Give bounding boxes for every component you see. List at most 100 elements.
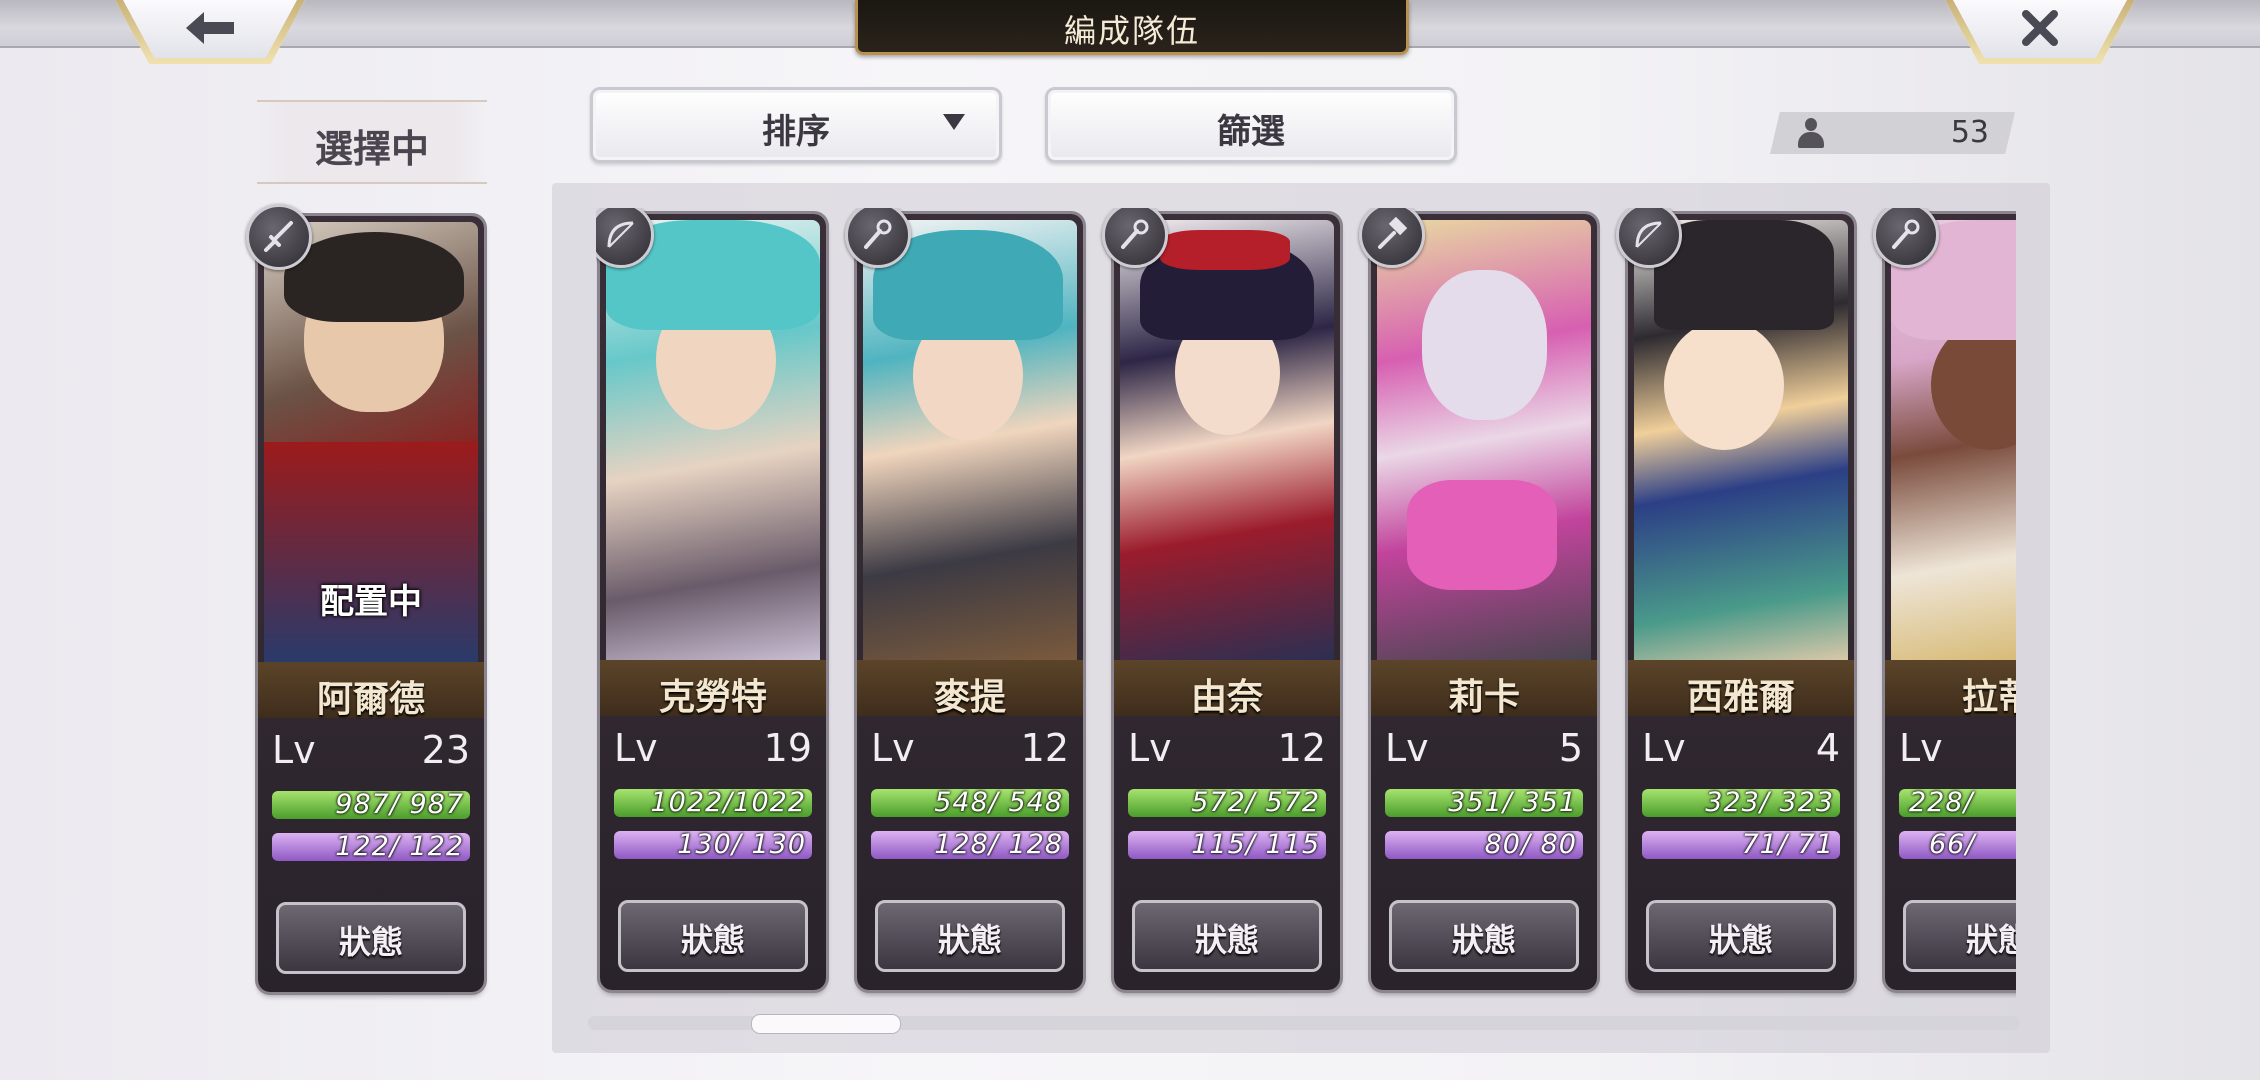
status-button[interactable]: 狀態 bbox=[618, 900, 808, 972]
unit-portrait: 配置中 bbox=[264, 222, 478, 662]
sp-bar: 66/ bbox=[1899, 831, 2016, 859]
unit-name-plate: 克勞特 bbox=[600, 660, 826, 718]
level-value: 12 bbox=[1020, 726, 1069, 770]
sp-value: 122/ 122 bbox=[335, 831, 464, 862]
sp-bar: 130/ 130 bbox=[614, 831, 812, 859]
hp-value: 572/ 572 bbox=[1191, 787, 1320, 818]
status-button[interactable]: 狀態 bbox=[276, 902, 466, 974]
level-label: Lv bbox=[1642, 726, 1686, 770]
hp-value: 548/ 548 bbox=[934, 787, 1063, 818]
page-title: 編成隊伍 bbox=[1063, 12, 1200, 50]
sp-bar: 80/ 80 bbox=[1385, 831, 1583, 859]
assigned-label: 配置中 bbox=[320, 582, 422, 622]
unit-name: 西雅爾 bbox=[1686, 676, 1795, 718]
hp-bar: 323/ 323 bbox=[1642, 789, 1840, 817]
status-label: 狀態 bbox=[1708, 921, 1773, 959]
sp-value: 71/ 71 bbox=[1741, 829, 1834, 860]
sort-label: 排序 bbox=[762, 112, 830, 152]
hp-value: 228/ bbox=[1909, 787, 1974, 818]
person-icon bbox=[1796, 118, 1826, 148]
unit-name: 拉蒂 bbox=[1961, 676, 2016, 718]
filter-label: 篩選 bbox=[1217, 112, 1285, 152]
unit-name: 麥提 bbox=[933, 676, 1006, 718]
level-value: 19 bbox=[763, 726, 812, 770]
sp-bar: 128/ 128 bbox=[871, 831, 1069, 859]
scrollbar-thumb[interactable] bbox=[751, 1014, 901, 1034]
unit-name: 莉卡 bbox=[1447, 676, 1520, 718]
unit-card[interactable]: 西雅爾 Lv 4 323/ 323 71/ 71 狀態 bbox=[1616, 208, 1854, 990]
level-label: Lv bbox=[1385, 726, 1429, 770]
hp-value: 323/ 323 bbox=[1705, 787, 1834, 818]
hp-value: 351/ 351 bbox=[1448, 787, 1577, 818]
status-button[interactable]: 狀態 bbox=[875, 900, 1065, 972]
sword-icon bbox=[246, 204, 312, 270]
hp-bar: 1022/1022 bbox=[614, 789, 812, 817]
unit-card[interactable]: 麥提 Lv 12 548/ 548 128/ 128 狀態 bbox=[845, 208, 1083, 990]
unit-name-plate: 由奈 bbox=[1114, 660, 1340, 718]
title-plate: 編成隊伍 bbox=[855, 0, 1409, 55]
filter-button[interactable]: 篩選 bbox=[1045, 87, 1457, 163]
chevron-down-icon bbox=[943, 114, 965, 130]
unit-portrait bbox=[606, 220, 820, 660]
unit-portrait bbox=[1891, 220, 2016, 660]
unit-portrait bbox=[1120, 220, 1334, 660]
unit-name: 克勞特 bbox=[658, 676, 767, 718]
roster-list[interactable]: 克勞特 Lv 19 1022/1022 130/ 130 狀態 麥提 Lv 12… bbox=[596, 208, 2016, 998]
unit-count-badge: 53 bbox=[1770, 112, 2015, 154]
unit-portrait bbox=[1377, 220, 1591, 660]
unit-name: 阿爾德 bbox=[316, 678, 425, 720]
unit-name-plate: 拉蒂 bbox=[1885, 660, 2016, 718]
unit-name: 由奈 bbox=[1190, 676, 1263, 718]
sp-bar: 115/ 115 bbox=[1128, 831, 1326, 859]
unit-portrait bbox=[863, 220, 1077, 660]
unit-count: 53 bbox=[1950, 115, 1989, 150]
sp-bar: 71/ 71 bbox=[1642, 831, 1840, 859]
level-label: Lv bbox=[1128, 726, 1172, 770]
selected-section-label: 選擇中 bbox=[257, 100, 487, 184]
status-button[interactable]: 狀態 bbox=[1903, 900, 2016, 972]
level-value: 23 bbox=[421, 728, 470, 772]
status-label: 狀態 bbox=[937, 921, 1002, 959]
status-label: 狀態 bbox=[1194, 921, 1259, 959]
level-value: 12 bbox=[1277, 726, 1326, 770]
status-label: 狀態 bbox=[1451, 921, 1516, 959]
hp-bar: 351/ 351 bbox=[1385, 789, 1583, 817]
hp-value: 1022/1022 bbox=[650, 787, 806, 818]
sp-bar: 122/ 122 bbox=[272, 833, 470, 861]
unit-card[interactable]: 拉蒂 Lv 228/ 66/ 狀態 bbox=[1873, 208, 2016, 990]
unit-name-plate: 西雅爾 bbox=[1628, 660, 1854, 718]
sp-value: 80/ 80 bbox=[1484, 829, 1577, 860]
unit-name-plate: 麥提 bbox=[857, 660, 1083, 718]
sp-value: 130/ 130 bbox=[677, 829, 806, 860]
close-icon bbox=[1945, 6, 2135, 58]
status-button[interactable]: 狀態 bbox=[1389, 900, 1579, 972]
sp-value: 115/ 115 bbox=[1191, 829, 1320, 860]
roster-scrollbar[interactable] bbox=[588, 1014, 2020, 1034]
close-button[interactable] bbox=[1945, 0, 2135, 64]
hp-bar: 548/ 548 bbox=[871, 789, 1069, 817]
selected-label-text: 選擇中 bbox=[314, 126, 429, 171]
selected-unit-card[interactable]: 配置中 阿爾德 Lv 23 987/ 987 122/ 122 狀態 bbox=[246, 204, 484, 992]
hp-bar: 228/ bbox=[1899, 789, 2016, 817]
unit-card[interactable]: 由奈 Lv 12 572/ 572 115/ 115 狀態 bbox=[1102, 208, 1340, 990]
unit-name-plate: 阿爾德 bbox=[258, 662, 484, 720]
sp-value: 66/ bbox=[1929, 829, 1976, 860]
unit-name-plate: 莉卡 bbox=[1371, 660, 1597, 718]
status-label: 狀態 bbox=[680, 921, 745, 959]
level-label: Lv bbox=[871, 726, 915, 770]
unit-portrait bbox=[1634, 220, 1848, 660]
back-button[interactable] bbox=[115, 0, 305, 64]
status-button[interactable]: 狀態 bbox=[1646, 900, 1836, 972]
level-label: Lv bbox=[1899, 726, 1943, 770]
unit-card[interactable]: 克勞特 Lv 19 1022/1022 130/ 130 狀態 bbox=[596, 208, 826, 990]
level-value: 4 bbox=[1815, 726, 1840, 770]
level-value: 5 bbox=[1558, 726, 1583, 770]
sp-value: 128/ 128 bbox=[934, 829, 1063, 860]
level-label: Lv bbox=[272, 728, 316, 772]
unit-card[interactable]: 莉卡 Lv 5 351/ 351 80/ 80 狀態 bbox=[1359, 208, 1597, 990]
hp-bar: 987/ 987 bbox=[272, 791, 470, 819]
status-button[interactable]: 狀態 bbox=[1132, 900, 1322, 972]
back-arrow-icon bbox=[115, 6, 305, 58]
sort-dropdown[interactable]: 排序 bbox=[590, 87, 1002, 163]
status-label: 狀態 bbox=[338, 923, 403, 961]
